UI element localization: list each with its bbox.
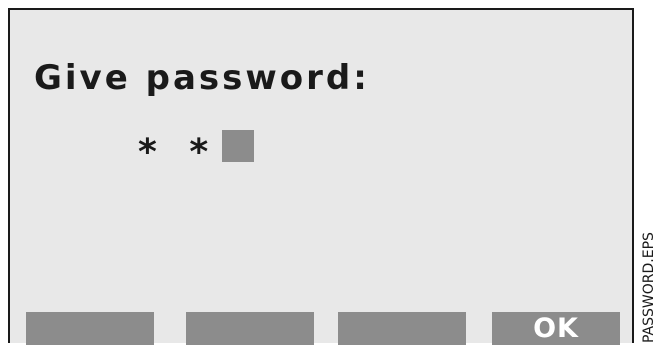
dialog-title: Give password: xyxy=(34,58,370,98)
password-masked-value[interactable]: * * xyxy=(138,132,218,173)
lcd-screen: Give password: * * OK xyxy=(8,8,634,345)
input-cursor xyxy=(222,130,254,162)
softkey-2[interactable] xyxy=(186,312,314,345)
file-name-label: PASSWORD.EPS xyxy=(641,232,657,343)
softkey-3[interactable] xyxy=(338,312,466,345)
softkey-1[interactable] xyxy=(26,312,154,345)
ok-button[interactable]: OK xyxy=(492,312,620,345)
